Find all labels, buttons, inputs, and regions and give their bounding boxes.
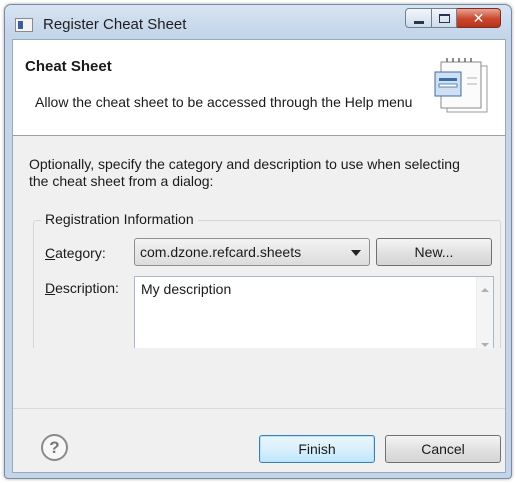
maximize-icon (438, 13, 450, 23)
help-icon: ? (49, 437, 60, 457)
chevron-down-icon (351, 250, 361, 256)
description-label-rest: escription: (55, 280, 119, 296)
intro-text: Optionally, specify the category and des… (29, 156, 460, 189)
close-button[interactable]: ✕ (457, 8, 501, 28)
finish-button[interactable]: Finish (259, 435, 375, 463)
dialog-client-area: Cheat Sheet Allow the cheat sheet to be … (12, 39, 506, 473)
category-selected: com.dzone.refcard.sheets (140, 244, 302, 260)
header-title: Cheat Sheet (25, 58, 112, 75)
cancel-button[interactable]: Cancel (385, 435, 501, 463)
minimize-button[interactable] (405, 8, 432, 28)
description-scrollbar[interactable] (476, 277, 493, 349)
app-icon (15, 18, 33, 32)
cheat-sheet-wizard-icon (434, 58, 488, 113)
minimize-icon (413, 20, 424, 24)
category-label-mnemonic: C (45, 245, 56, 261)
scroll-up-icon[interactable] (481, 288, 489, 292)
wizard-header: Cheat Sheet Allow the cheat sheet to be … (13, 40, 505, 136)
dialog-window: Register Cheat Sheet ✕ Cheat Sheet Allow… (4, 4, 512, 479)
new-button-rest: ew... (424, 244, 454, 260)
cancel-label: Cancel (421, 441, 465, 457)
scroll-down-icon[interactable] (481, 343, 489, 347)
footer-separator (13, 408, 505, 409)
help-button[interactable]: ? (41, 434, 68, 461)
maximize-button[interactable] (432, 8, 457, 28)
finish-label: Finish (298, 441, 336, 457)
window-title: Register Cheat Sheet (43, 16, 187, 33)
registration-legend: Registration Information (41, 211, 198, 227)
new-button-mnemonic: N (414, 244, 425, 260)
description-label: Description: (45, 280, 119, 296)
description-textarea[interactable]: My description (134, 276, 494, 349)
new-category-button[interactable]: New... (376, 238, 492, 266)
window-controls: ✕ (405, 8, 501, 28)
category-combo[interactable]: com.dzone.refcard.sheets (134, 238, 370, 266)
category-label: Category: (45, 245, 106, 261)
description-label-mnemonic: D (45, 280, 56, 296)
header-description: Allow the cheat sheet to be accessed thr… (35, 94, 413, 110)
category-label-rest: ategory: (55, 245, 106, 261)
title-bar[interactable]: Register Cheat Sheet ✕ (5, 5, 511, 39)
description-value: My description (141, 281, 232, 297)
close-icon: ✕ (472, 9, 485, 26)
